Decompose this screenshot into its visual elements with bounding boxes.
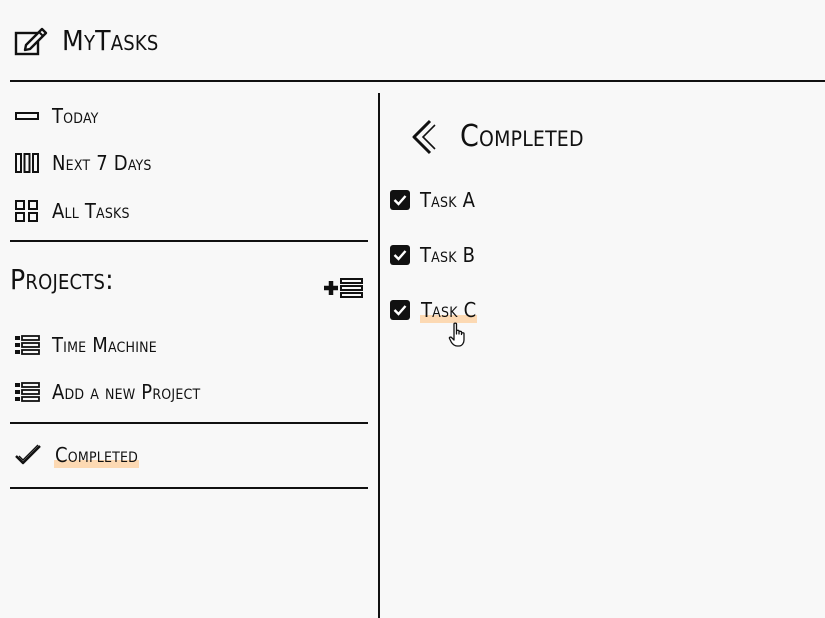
completed-divider [10, 487, 368, 489]
nav-item-today[interactable]: Today [14, 102, 99, 130]
check-icon [393, 195, 407, 206]
hand-pointer-icon [448, 322, 465, 347]
today-icon [14, 105, 40, 127]
projects-divider [10, 422, 368, 424]
project-label-time-machine: Time Machine [52, 333, 157, 357]
nav-label-completed: Completed [54, 442, 140, 468]
nav-item-all-tasks[interactable]: All Tasks [14, 197, 130, 225]
nav-item-completed[interactable]: Completed [14, 442, 140, 468]
nav-item-next-7-days[interactable]: Next 7 Days [14, 149, 152, 177]
add-list-icon[interactable] [322, 277, 364, 299]
task-checkbox[interactable] [390, 190, 410, 210]
week-icon [14, 152, 40, 174]
chevron-left-icon[interactable] [408, 118, 438, 156]
check-icon [393, 305, 407, 316]
nav-label-today: Today [52, 104, 99, 128]
app-header: MyTasks [0, 0, 825, 81]
task-item-c[interactable]: Task C [390, 297, 478, 323]
project-label-add-new: Add a new Project [52, 380, 201, 404]
task-checkbox[interactable] [390, 245, 410, 265]
header-divider [10, 80, 825, 82]
task-label: Task B [420, 243, 476, 267]
grid-icon [14, 200, 40, 222]
checkmark-icon [14, 443, 42, 467]
task-label: Task C [420, 297, 478, 323]
list-icon [14, 334, 40, 356]
project-item-time-machine[interactable]: Time Machine [14, 331, 157, 359]
page-title: Completed [460, 119, 584, 154]
check-icon [393, 250, 407, 261]
task-checkbox[interactable] [390, 300, 410, 320]
project-item-add-new[interactable]: Add a new Project [14, 378, 200, 406]
list-icon [14, 381, 40, 403]
edit-note-icon [14, 27, 48, 56]
nav-label-all-tasks: All Tasks [52, 199, 130, 223]
task-label: Task A [420, 188, 476, 212]
nav-label-next-7-days: Next 7 Days [52, 151, 152, 175]
task-item-b[interactable]: Task B [390, 242, 475, 268]
projects-heading: Projects: [10, 263, 114, 296]
app-title: MyTasks [62, 24, 159, 57]
nav-divider [10, 240, 368, 242]
panel-divider [378, 93, 380, 618]
task-item-a[interactable]: Task A [390, 187, 475, 213]
